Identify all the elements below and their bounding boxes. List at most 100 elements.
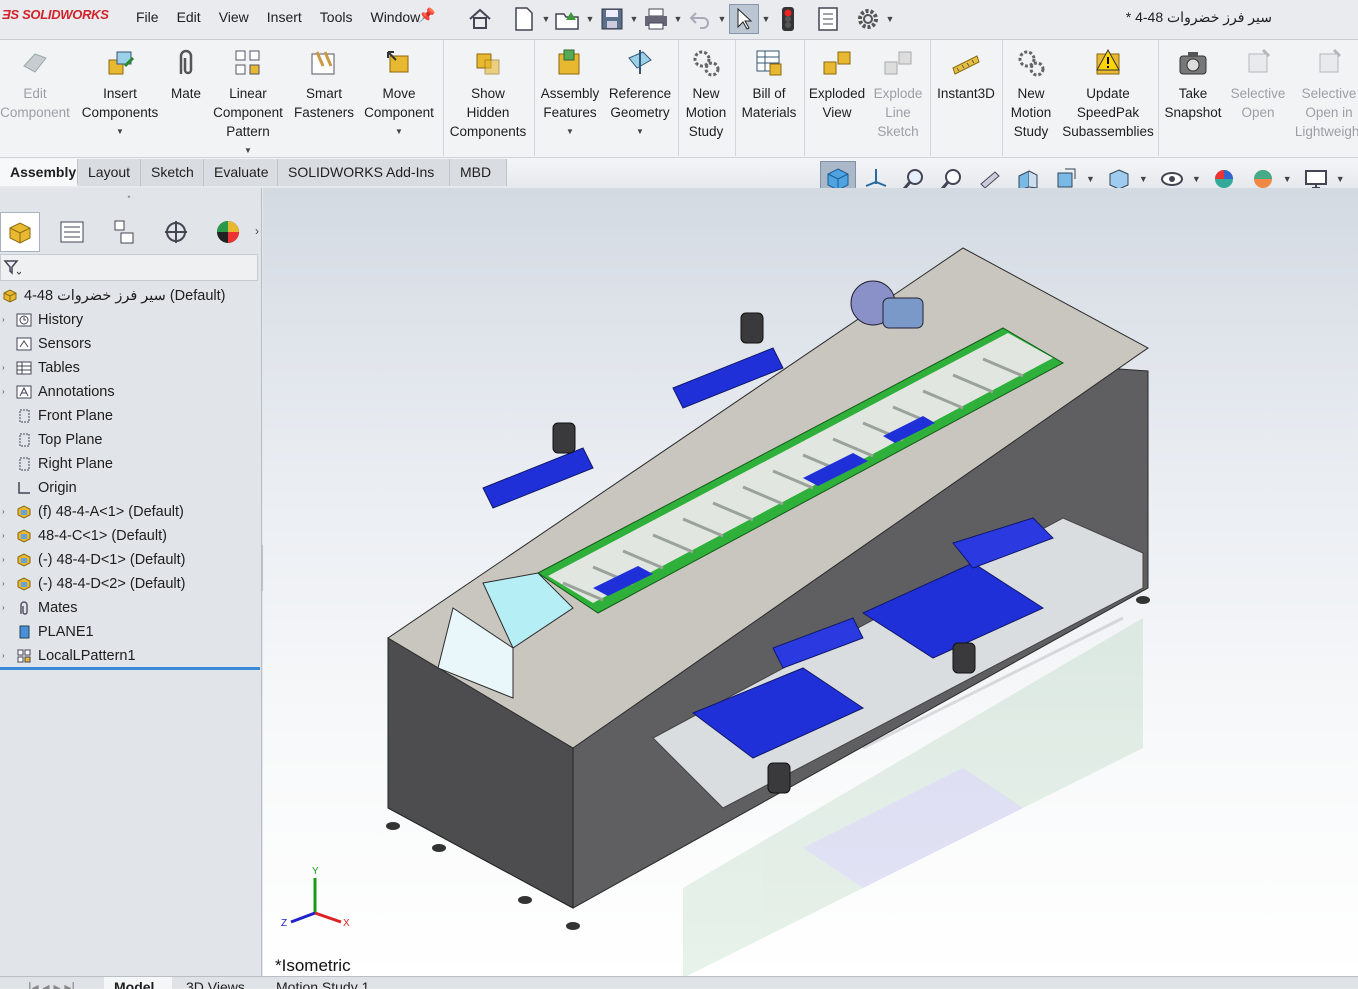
chevron-down-icon[interactable]: ▼ [539,14,553,24]
save-icon[interactable] [597,4,627,34]
instant3d-button[interactable]: Instant3D [932,44,1000,103]
undo-icon[interactable] [685,4,715,34]
panel-grip-icon[interactable]: • [0,192,258,202]
tree-item-right-plane[interactable]: ›Right Plane [0,452,260,476]
configuration-manager-tab-icon[interactable] [104,212,144,252]
chevron-down-icon[interactable]: ▼ [1086,174,1095,184]
tree-item-mates[interactable]: › Mates [0,596,260,620]
selective-open-button[interactable]: Selective Open [1228,44,1288,122]
ribbon-separator [443,40,444,156]
reference-geometry-button[interactable]: Reference Geometry ▼ [606,44,674,141]
menu-insert[interactable]: Insert [267,9,302,25]
menu-window[interactable]: Window [370,9,420,25]
chevron-down-icon[interactable]: ▼ [360,122,438,141]
expand-icon[interactable]: › [2,356,10,380]
edit-component-button[interactable]: Edit Component [0,44,70,122]
chevron-down-icon[interactable]: ▼ [1283,174,1292,184]
chevron-down-icon[interactable]: ▼ [715,14,729,24]
assembly-features-button[interactable]: Assembly Features ▼ [537,44,603,141]
speedpak-icon [1096,48,1120,75]
tab-assembly[interactable]: Assembly [0,159,78,186]
tab-3d-views[interactable]: 3D Views [176,977,260,989]
tree-item-plane1[interactable]: ›PLANE1 [0,620,260,644]
tree-item-origin[interactable]: ›Origin [0,476,260,500]
chevron-down-icon[interactable]: ▼ [1336,174,1345,184]
expand-icon[interactable]: › [2,572,10,596]
chevron-down-icon[interactable]: ▼ [80,122,160,141]
chevron-down-icon[interactable]: ▼ [1139,174,1148,184]
selective-open-lightweight-button[interactable]: Selective Open in Lightweight [1292,44,1358,141]
exploded-view-button[interactable]: Exploded View [806,44,868,122]
expand-icon[interactable]: › [2,380,10,404]
tree-item-48-4-c[interactable]: › 48-4-C<1> (Default) [0,524,260,548]
tab-model[interactable]: Model [104,977,172,989]
tab-evaluate[interactable]: Evaluate [204,159,278,186]
menu-file[interactable]: File [136,9,159,25]
chevron-down-icon[interactable]: ▼ [883,14,897,24]
tree-filter-field[interactable] [0,254,258,281]
menu-edit[interactable]: Edit [177,9,201,25]
tree-item-history[interactable]: › History [0,308,260,332]
tab-solidworks-addins[interactable]: SOLIDWORKS Add-Ins [278,159,450,186]
new-motion-study-button[interactable]: New Motion Study [680,44,732,141]
new-document-icon[interactable] [509,4,539,34]
chevron-down-icon[interactable]: ▼ [627,14,641,24]
axis-label-z: Z [281,918,287,929]
rollback-bar[interactable] [0,667,260,670]
select-cursor-icon[interactable] [729,4,759,34]
smart-fasteners-button[interactable]: Smart Fasteners [292,44,356,122]
explode-line-sketch-button[interactable]: Explode Line Sketch [870,44,926,141]
expand-icon[interactable]: › [2,548,10,572]
expand-icon[interactable]: › [2,644,10,668]
tab-mbd[interactable]: MBD [450,159,507,186]
tree-item-top-plane[interactable]: ›Top Plane [0,428,260,452]
chevron-down-icon[interactable]: ▼ [583,14,597,24]
tab-scroll-arrows[interactable]: |◂ ◂ ▸ ▸| [18,977,98,989]
chevron-down-icon[interactable]: ▼ [759,14,773,24]
new-motion-study-button-2[interactable]: New Motion Study [1004,44,1058,141]
chevron-down-icon[interactable]: ▼ [1192,174,1201,184]
pin-icon[interactable]: 📌 [418,7,435,24]
chevron-down-icon[interactable]: ▼ [671,14,685,24]
property-manager-tab-icon[interactable] [52,212,92,252]
display-manager-tab-icon[interactable] [208,212,248,252]
expand-icon[interactable]: › [2,596,10,620]
tree-root-assembly[interactable]: سير فرز خضروات 48-4 (Default) [0,284,260,308]
linear-pattern-button[interactable]: Linear Component Pattern ▼ [210,44,286,160]
menu-view[interactable]: View [219,9,249,25]
tab-layout[interactable]: Layout [78,159,141,186]
dimxpert-tab-icon[interactable] [156,212,196,252]
home-icon[interactable] [465,4,495,34]
tree-item-48-4-d-1[interactable]: › (-) 48-4-D<1> (Default) [0,548,260,572]
tab-motion-study-1[interactable]: Motion Study 1 [266,977,406,989]
tab-sketch[interactable]: Sketch [141,159,204,186]
show-hidden-components-button[interactable]: Show Hidden Components [446,44,530,141]
tree-item-annotations[interactable]: › Annotations [0,380,260,404]
tree-item-48-4-d-2[interactable]: › (-) 48-4-D<2> (Default) [0,572,260,596]
menu-tools[interactable]: Tools [320,9,353,25]
tree-item-tables[interactable]: › Tables [0,356,260,380]
chevron-down-icon[interactable]: ▼ [537,122,603,141]
expand-icon[interactable]: › [2,500,10,524]
chevron-down-icon[interactable]: ▼ [606,122,674,141]
tree-item-48-4-a[interactable]: › (f) 48-4-A<1> (Default) [0,500,260,524]
traffic-light-icon[interactable] [773,4,803,34]
tree-item-front-plane[interactable]: ›Front Plane [0,404,260,428]
chevron-right-icon[interactable]: › [255,224,259,238]
insert-components-button[interactable]: Insert Components ▼ [80,44,160,141]
expand-icon[interactable]: › [2,524,10,548]
graphics-viewport[interactable]: Y X Z *Isometric [263,188,1358,978]
tree-item-sensors[interactable]: ›Sensors [0,332,260,356]
take-snapshot-button[interactable]: Take Snapshot [1162,44,1224,122]
update-speedpak-button[interactable]: Update SpeedPak Subassemblies [1060,44,1156,141]
gear-icon[interactable] [853,4,883,34]
move-component-button[interactable]: Move Component ▼ [360,44,438,141]
expand-icon[interactable]: › [2,308,10,332]
print-icon[interactable] [641,4,671,34]
open-icon[interactable] [553,4,583,34]
feature-manager-tab-icon[interactable] [0,212,40,252]
bill-of-materials-button[interactable]: Bill of Materials [737,44,801,122]
file-properties-icon[interactable] [813,4,843,34]
mate-button[interactable]: Mate [166,44,206,103]
tree-item-localpattern1[interactable]: › LocalLPattern1 [0,644,260,668]
